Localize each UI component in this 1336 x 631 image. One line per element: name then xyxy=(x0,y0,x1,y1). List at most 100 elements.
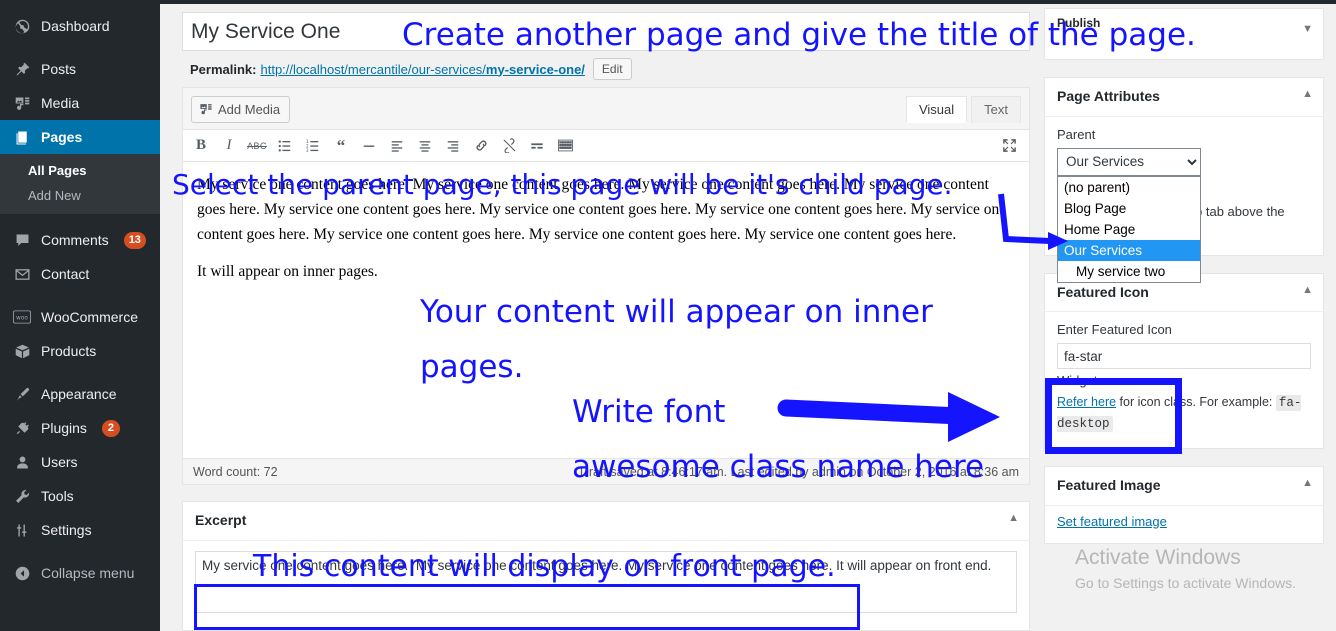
sidebar-item-appearance[interactable]: Appearance xyxy=(0,377,160,411)
edit-permalink-button[interactable]: Edit xyxy=(592,58,632,80)
page-attributes-box: Page Attributes ▲ Parent Our Services (n… xyxy=(1044,77,1324,283)
bold-icon[interactable]: B xyxy=(187,132,215,160)
comment-icon xyxy=(12,230,32,250)
featured-image-inside: Set featured image xyxy=(1045,506,1323,543)
sidebar-item-comments[interactable]: Comments 13 xyxy=(0,223,160,257)
content-paragraph-1: My service one content goes here. My ser… xyxy=(197,176,1007,244)
editor-content[interactable]: My service one content goes here. My ser… xyxy=(183,162,1029,458)
sidebar-item-products[interactable]: Products xyxy=(0,334,160,368)
dropdown-option-blog-page[interactable]: Blog Page xyxy=(1058,198,1200,219)
parent-dropdown-list[interactable]: (no parent) Blog Page Home Page Our Serv… xyxy=(1057,175,1201,283)
numbered-list-icon[interactable]: 123 xyxy=(299,132,327,160)
page-attributes-title: Page Attributes xyxy=(1045,78,1323,117)
parent-label: Parent xyxy=(1057,126,1096,142)
title-section xyxy=(182,12,1030,51)
featured-icon-input[interactable] xyxy=(1057,343,1311,370)
featured-icon-toggle-icon[interactable]: ▲ xyxy=(1302,284,1313,296)
word-count: Word count: 72 xyxy=(193,464,278,479)
blockquote-icon[interactable]: “ xyxy=(327,132,355,160)
parent-select-wrapper: Our Services (no parent) Blog Page Home … xyxy=(1057,147,1311,283)
permalink-link[interactable]: http://localhost/mercantile/our-services… xyxy=(260,62,584,77)
sidebar-item-media[interactable]: Media xyxy=(0,86,160,120)
italic-icon[interactable]: I xyxy=(215,132,243,160)
sidebar-item-label: Settings xyxy=(41,522,92,538)
sidebar-item-collapse-menu[interactable]: Collapse menu xyxy=(0,556,160,590)
sidebar-item-settings[interactable]: Settings xyxy=(0,513,160,547)
editor-container: Add Media Visual Text B I ABC 123 “ My s… xyxy=(182,87,1030,485)
tab-text[interactable]: Text xyxy=(971,96,1021,123)
admin-bar-strip xyxy=(160,0,1336,4)
sidebar-item-dashboard[interactable]: Dashboard xyxy=(0,9,160,43)
excerpt-toggle-icon[interactable]: ▲ xyxy=(1008,512,1019,524)
refer-here-link[interactable]: Refer here xyxy=(1057,395,1116,409)
pages-submenu: All Pages Add New xyxy=(0,154,160,214)
toolbar-toggle-icon[interactable] xyxy=(551,132,579,160)
insert-link-icon[interactable] xyxy=(467,132,495,160)
sidebar-item-label: Media xyxy=(41,95,80,111)
page-attributes-toggle-icon[interactable]: ▲ xyxy=(1302,88,1313,100)
align-center-icon[interactable] xyxy=(411,132,439,160)
box-icon xyxy=(12,341,32,361)
editor-mode-tabs: Visual Text xyxy=(902,96,1021,123)
publish-box: Publish ▼ xyxy=(1044,8,1324,60)
read-more-icon[interactable] xyxy=(523,132,551,160)
editor-status-bar: Word count: 72 Draft saved at 8:46:17 am… xyxy=(183,458,1029,484)
sidebar-item-label: Pages xyxy=(41,129,83,145)
sliders-icon xyxy=(12,520,32,540)
tab-visual[interactable]: Visual xyxy=(905,96,968,123)
permalink-prefix: http://localhost/mercantile/our-services… xyxy=(260,61,486,77)
page-title-input[interactable] xyxy=(182,12,1030,51)
featured-image-toggle-icon[interactable]: ▲ xyxy=(1302,477,1313,489)
sidebar-item-contact[interactable]: Contact xyxy=(0,257,160,291)
submenu-item-add-new[interactable]: Add New xyxy=(0,183,160,208)
pages-icon xyxy=(12,127,32,147)
featured-icon-widgets-text: Widgets xyxy=(1057,373,1104,389)
excerpt-box-title: Excerpt xyxy=(183,502,1029,541)
featured-icon-note-text: for icon class. For example: xyxy=(1116,395,1276,410)
bulleted-list-icon[interactable] xyxy=(271,132,299,160)
sidebar-item-label: Comments xyxy=(41,232,109,248)
strikethrough-icon[interactable]: ABC xyxy=(243,132,271,160)
dropdown-option-my-service-two[interactable]: My service two xyxy=(1058,261,1200,282)
sidebar-item-woocommerce[interactable]: woo WooCommerce xyxy=(0,300,160,334)
sidebar-item-plugins[interactable]: Plugins 2 xyxy=(0,411,160,445)
post-body-content-column: Permalink: http://localhost/mercantile/o… xyxy=(182,12,1030,631)
sidebar-item-label: Products xyxy=(41,343,97,359)
svg-text:3: 3 xyxy=(306,147,309,152)
fullscreen-icon[interactable] xyxy=(995,132,1023,160)
sidebar-item-label: Tools xyxy=(41,488,74,504)
set-featured-image-link[interactable]: Set featured image xyxy=(1057,514,1167,529)
featured-image-box: Featured Image ▲ Set featured image xyxy=(1044,465,1324,544)
permalink-slug: my-service-one/ xyxy=(485,61,585,77)
horizontal-rule-icon[interactable] xyxy=(355,132,383,160)
publish-box-title: Publish xyxy=(1057,16,1101,30)
envelope-icon xyxy=(12,264,32,284)
dropdown-option-home-page[interactable]: Home Page xyxy=(1058,219,1200,240)
sidebar-item-tools[interactable]: Tools xyxy=(0,479,160,513)
align-left-icon[interactable] xyxy=(383,132,411,160)
submenu-item-all-pages[interactable]: All Pages xyxy=(0,158,160,183)
sidebar-item-users[interactable]: Users xyxy=(0,445,160,479)
media-icon xyxy=(12,93,32,113)
align-right-icon[interactable] xyxy=(439,132,467,160)
sidebar-item-label: Posts xyxy=(41,61,77,77)
excerpt-inside: My service one content goes here. My ser… xyxy=(183,541,1029,630)
sidebar-item-label: Users xyxy=(41,454,78,470)
dropdown-option-no-parent[interactable]: (no parent) xyxy=(1058,177,1200,198)
publish-toggle-icon[interactable]: ▼ xyxy=(1302,23,1313,35)
parent-page-select[interactable]: Our Services xyxy=(1057,147,1201,176)
sidebar-item-posts[interactable]: Posts xyxy=(0,52,160,86)
woo-icon: woo xyxy=(12,307,32,327)
add-media-button[interactable]: Add Media xyxy=(191,96,291,123)
plug-icon xyxy=(12,418,32,438)
plugins-count-badge: 2 xyxy=(101,419,120,437)
svg-text:woo: woo xyxy=(16,315,28,321)
excerpt-textarea[interactable]: My service one content goes here. My ser… xyxy=(195,550,1017,613)
remove-link-icon[interactable] xyxy=(495,132,523,160)
featured-icon-box: Featured Icon ▲ Enter Featured Icon Widg… xyxy=(1044,272,1324,449)
dropdown-option-our-services[interactable]: Our Services xyxy=(1058,239,1200,261)
sidebar-item-pages[interactable]: Pages xyxy=(0,120,168,154)
